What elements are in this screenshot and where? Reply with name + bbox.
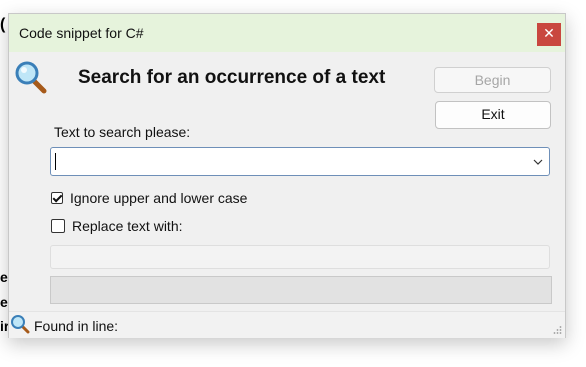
window-title: Code snippet for C# xyxy=(19,25,144,41)
page-title: Search for an occurrence of a text xyxy=(78,67,386,88)
begin-button[interactable]: Begin xyxy=(434,67,551,93)
background-text-fragment: e xyxy=(0,294,8,310)
background-text-fragment: e xyxy=(0,269,8,285)
ignore-case-option[interactable]: Ignore upper and lower case xyxy=(51,190,247,206)
replace-option[interactable]: Replace text with: xyxy=(51,218,183,234)
title-bar[interactable]: Code snippet for C# ✕ xyxy=(9,14,565,52)
chevron-down-icon[interactable] xyxy=(533,157,543,167)
exit-button[interactable]: Exit xyxy=(435,101,551,129)
search-dialog: Code snippet for C# ✕ Search for an occu… xyxy=(8,13,566,338)
magnifier-icon xyxy=(11,315,30,334)
ignore-case-label: Ignore upper and lower case xyxy=(70,190,248,206)
status-text: Found in line: xyxy=(34,318,119,334)
result-field xyxy=(50,276,552,304)
replace-label: Replace text with: xyxy=(72,218,183,234)
search-label: Text to search please: xyxy=(54,124,191,140)
close-button[interactable]: ✕ xyxy=(537,23,561,46)
replace-input xyxy=(50,245,550,269)
search-input[interactable] xyxy=(53,149,525,174)
status-bar: Found in line: xyxy=(9,311,565,338)
replace-checkbox[interactable] xyxy=(51,219,65,233)
resize-grip-icon[interactable] xyxy=(552,325,562,335)
magnifier-icon xyxy=(15,61,47,94)
search-combobox[interactable] xyxy=(50,147,550,176)
text-cursor xyxy=(55,153,56,170)
background-text-fragment: ( xyxy=(0,16,6,33)
ignore-case-checkbox[interactable] xyxy=(51,192,63,204)
close-icon: ✕ xyxy=(543,26,555,42)
